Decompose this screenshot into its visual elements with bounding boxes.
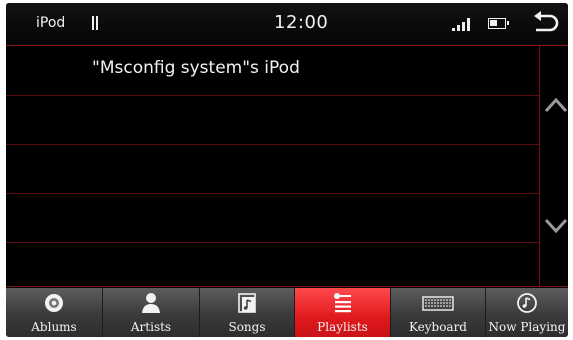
pause-icon	[92, 16, 99, 30]
keyboard-icon	[422, 292, 454, 314]
tab-label: Now Playing	[488, 320, 566, 334]
tab-label: Keyboard	[408, 320, 467, 334]
tab-playlists[interactable]: Playlists	[295, 288, 391, 337]
back-arrow-icon	[534, 11, 559, 32]
tab-albums[interactable]: Ablums	[6, 288, 103, 337]
ipod-list: "Msconfig system"s iPod	[6, 46, 539, 286]
list-item[interactable]	[6, 95, 539, 145]
now-playing-icon	[515, 292, 539, 314]
tab-label: Songs	[228, 320, 266, 334]
tab-label: Artists	[130, 320, 172, 334]
list-item[interactable]	[6, 193, 539, 243]
source-label: iPod	[36, 15, 66, 31]
album-icon	[42, 292, 66, 314]
scroll-up-button[interactable]	[544, 95, 568, 115]
tab-songs[interactable]: Songs	[200, 288, 295, 337]
chevron-down-icon	[544, 218, 568, 234]
tab-artists[interactable]: Artists	[103, 288, 200, 337]
list-item-label: "Msconfig system"s iPod	[92, 58, 300, 78]
scroll-down-button[interactable]	[544, 216, 568, 236]
list-item[interactable]	[6, 144, 539, 194]
status-bar: iPod 12:00	[6, 3, 568, 46]
chevron-up-icon	[544, 97, 568, 113]
artist-icon	[139, 292, 163, 314]
tab-now-playing[interactable]: Now Playing	[486, 288, 568, 337]
tab-label: Playlists	[317, 320, 368, 334]
clock: 12:00	[274, 12, 329, 33]
back-button[interactable]	[530, 11, 560, 37]
tab-keyboard[interactable]: Keyboard	[391, 288, 486, 337]
tab-bar: Ablums Artists Songs Playlists Keyboard …	[6, 286, 568, 337]
song-icon	[235, 292, 259, 314]
list-item[interactable]: "Msconfig system"s iPod	[6, 46, 539, 96]
scroll-bar	[539, 46, 568, 286]
battery-icon	[488, 18, 509, 29]
signal-strength-icon	[452, 17, 474, 31]
tab-label: Ablums	[31, 320, 77, 334]
ipod-screen: iPod 12:00 "Msconfig system"s iPod Ablum…	[6, 3, 568, 337]
list-item[interactable]	[6, 242, 539, 291]
playlist-icon	[331, 292, 355, 314]
